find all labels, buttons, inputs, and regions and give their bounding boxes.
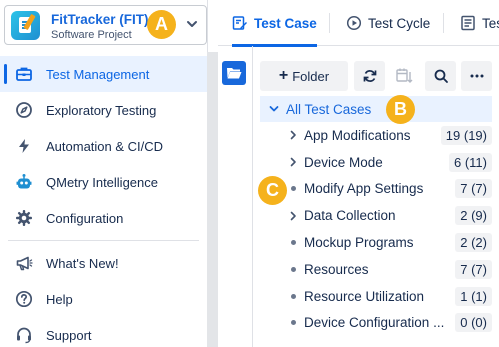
- chevron-right-icon[interactable]: [286, 211, 300, 221]
- megaphone-icon: [14, 253, 34, 273]
- sidebar-item-exploratory-testing[interactable]: Exploratory Testing: [0, 92, 207, 128]
- tree-item-label: Resources: [304, 261, 369, 277]
- play-circle-icon: [346, 15, 362, 31]
- sidebar-item-label: Test Management: [46, 66, 150, 82]
- more-options-button[interactable]: [461, 61, 492, 91]
- tree-item-label: Modify App Settings: [304, 181, 424, 197]
- tab-label: Test Cycle: [368, 15, 431, 31]
- sidebar-resize-handle[interactable]: [207, 52, 218, 347]
- bullet-icon: [286, 320, 300, 326]
- sidebar-item-help[interactable]: Help: [0, 281, 207, 317]
- sidebar-item-label: Exploratory Testing: [46, 102, 157, 118]
- tree-item-label: Data Collection: [304, 208, 396, 224]
- tree-item-modify-app-settings[interactable]: Modify App Settings 7 (7): [260, 176, 492, 203]
- tree-item-count: 6 (11): [449, 152, 492, 172]
- sidebar-item-whats-new[interactable]: What's New!: [0, 245, 207, 281]
- tree-item-app-modifications[interactable]: App Modifications 19 (19): [260, 122, 492, 149]
- sidebar-border: [207, 0, 208, 52]
- panel-divider: [252, 46, 253, 347]
- tree-item-label: App Modifications: [304, 127, 411, 143]
- tree-item-label: Device Configuration ...: [304, 315, 445, 331]
- sort-calendar-icon: [395, 68, 412, 83]
- sidebar-item-label: Support: [46, 327, 92, 343]
- sidebar-item-test-management[interactable]: Test Management: [0, 56, 207, 92]
- project-logo: [11, 11, 40, 40]
- tab-separator: [443, 13, 444, 33]
- compass-icon: [14, 100, 34, 120]
- tree-item-data-collection[interactable]: Data Collection 2 (9): [260, 202, 492, 229]
- tree-item-label: Resource Utilization: [304, 288, 425, 304]
- tab-label: Tes: [482, 15, 499, 31]
- sidebar-nav: Test Management Exploratory Testing Auto…: [0, 56, 207, 347]
- chevron-right-icon[interactable]: [286, 157, 300, 167]
- list-doc-icon: [460, 15, 476, 31]
- sidebar-item-support[interactable]: Support: [0, 317, 207, 347]
- bullet-icon: [286, 186, 300, 192]
- sidebar-item-configuration[interactable]: Configuration: [0, 200, 207, 236]
- folder-open-icon: [227, 68, 242, 79]
- tree-item-count: 0 (0): [455, 313, 492, 333]
- gear-icon: [14, 208, 34, 228]
- tree-item-resources[interactable]: Resources 7 (7): [260, 256, 492, 283]
- sidebar-item-label: Configuration: [46, 210, 124, 226]
- tree-item-count: 19 (19): [440, 125, 492, 145]
- tree-root-all-test-cases[interactable]: All Test Cases: [260, 96, 492, 122]
- sidebar-item-automation[interactable]: Automation & CI/CD: [0, 128, 207, 164]
- callout-b-marker: B: [386, 95, 415, 124]
- sidebar-item-label: Automation & CI/CD: [46, 138, 164, 154]
- project-switcher[interactable]: FitTracker (FIT) Software Project: [4, 5, 207, 45]
- help-icon: [14, 289, 34, 309]
- refresh-button[interactable]: [354, 61, 385, 91]
- tree-item-count: 1 (1): [455, 286, 492, 306]
- tab-separator: [329, 13, 330, 33]
- project-name: FitTracker (FIT): [51, 12, 149, 27]
- tab-label: Test Case: [254, 15, 317, 31]
- bullet-icon: [286, 240, 300, 246]
- top-tabs: Test Case Test Cycle Tes: [218, 0, 499, 47]
- project-type: Software Project: [51, 29, 132, 41]
- callout-c-marker: C: [258, 176, 287, 205]
- tab-test-cycle[interactable]: Test Cycle: [346, 0, 430, 46]
- chevron-right-icon[interactable]: [286, 130, 300, 140]
- sidebar: FitTracker (FIT) Software Project Test M…: [0, 0, 207, 347]
- tab-test-plan[interactable]: Tes: [460, 0, 499, 46]
- tree-item-count: 2 (2): [455, 233, 492, 253]
- tree-item-device-configuration[interactable]: Device Configuration ... 0 (0): [260, 310, 492, 337]
- tree-item-count: 7 (7): [455, 259, 492, 279]
- callout-a-marker: A: [147, 10, 176, 39]
- tree-item-mockup-programs[interactable]: Mockup Programs 2 (2): [260, 229, 492, 256]
- refresh-icon: [363, 70, 376, 82]
- tree-item-resource-utilization[interactable]: Resource Utilization 1 (1): [260, 283, 492, 310]
- folder-tree: All Test Cases App Modifications 19 (19)…: [260, 96, 492, 336]
- bullet-icon: [286, 293, 300, 299]
- lightning-icon: [14, 136, 34, 156]
- sidebar-divider: [8, 240, 199, 241]
- tree-item-count: 2 (9): [455, 206, 492, 226]
- add-folder-button[interactable]: + Folder: [260, 61, 348, 91]
- add-folder-label: Folder: [292, 68, 330, 84]
- sidebar-item-label: What's New!: [46, 255, 119, 271]
- bullet-icon: [286, 266, 300, 272]
- tree-item-label: Device Mode: [304, 154, 383, 170]
- more-icon: [470, 74, 483, 78]
- tree-item-device-mode[interactable]: Device Mode 6 (11): [260, 149, 492, 176]
- tree-item-count: 7 (7): [455, 179, 492, 199]
- tab-test-case[interactable]: Test Case: [232, 0, 317, 47]
- sort-button[interactable]: [388, 61, 419, 91]
- sidebar-item-label: Help: [46, 291, 73, 307]
- plus-icon: +: [278, 67, 289, 84]
- chevron-down-icon[interactable]: [268, 103, 280, 115]
- tree-item-label: Mockup Programs: [304, 235, 414, 251]
- folder-panel-toggle[interactable]: [222, 61, 246, 85]
- search-button[interactable]: [425, 61, 456, 91]
- search-icon: [434, 69, 448, 83]
- tree-root-label: All Test Cases: [286, 101, 372, 117]
- support-icon: [14, 325, 34, 345]
- edit-doc-icon: [232, 15, 248, 31]
- robot-icon: [14, 172, 34, 192]
- sidebar-item-label: QMetry Intelligence: [46, 174, 158, 190]
- sidebar-item-qmetry-intelligence[interactable]: QMetry Intelligence: [0, 164, 207, 200]
- briefcase-icon: [14, 64, 34, 84]
- chevron-down-icon[interactable]: [184, 16, 200, 32]
